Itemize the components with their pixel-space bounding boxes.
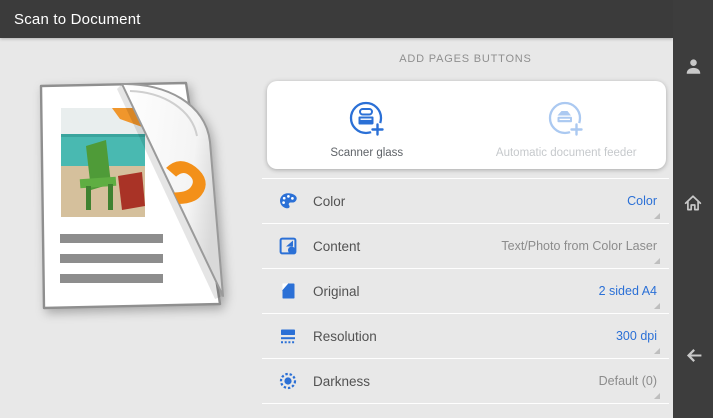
page-fold-icon [278,281,298,301]
user-icon [684,57,703,76]
scanner-glass-label: Scanner glass [330,147,403,159]
adf-add-icon [543,96,589,142]
scanner-glass-button[interactable]: Scanner glass [267,81,467,169]
add-pages-card: Scanner glass Automatic document feeder [267,81,666,169]
navigation-sidebar [673,0,713,418]
page-title: Scan to Document [0,11,141,28]
setting-row-content[interactable]: Content Text/Photo from Color Laser [262,224,669,269]
photo-text-icon [278,236,298,256]
setting-label: Content [313,239,360,254]
back-arrow-icon [684,346,703,365]
settings-list: Color Color Content Text/Photo from Colo… [262,178,669,404]
setting-value: 300 dpi [616,329,657,343]
sidebar-home-button[interactable] [673,185,713,221]
darkness-icon [278,371,298,391]
automatic-document-feeder-button[interactable]: Automatic document feeder [467,81,667,169]
corner-grip-icon [654,303,660,309]
setting-row-darkness[interactable]: Darkness Default (0) [262,359,669,404]
setting-row-original[interactable]: Original 2 sided A4 [262,269,669,314]
scanner-glass-add-icon [344,96,390,142]
home-icon [683,193,703,213]
setting-label: Resolution [313,329,377,344]
setting-row-color[interactable]: Color Color [262,178,669,224]
scan-settings-panel: ADD PAGES BUTTONS Scanner glass [262,38,669,404]
top-app-bar: Scan to Document [0,0,673,38]
setting-value: Text/Photo from Color Laser [501,239,657,253]
corner-grip-icon [654,258,660,264]
setting-label: Color [313,194,345,209]
content-area: 2 ADD PAGES BUTTONS Scanner glass [0,38,673,418]
sidebar-back-button[interactable] [673,337,713,373]
document-preview: 2 [34,78,236,323]
setting-row-resolution[interactable]: Resolution 300 dpi [262,314,669,359]
corner-grip-icon [654,393,660,399]
sidebar-user-button[interactable] [673,48,713,84]
add-pages-header: ADD PAGES BUTTONS [262,53,669,66]
setting-value: 2 sided A4 [599,284,657,298]
adf-label: Automatic document feeder [496,147,637,159]
corner-grip-icon [654,348,660,354]
corner-grip-icon [654,213,660,219]
palette-icon [278,191,298,211]
setting-value: Default (0) [599,374,657,388]
beach-photo [61,108,145,217]
scan-to-document-screen: Scan to Document Send [0,0,713,418]
resolution-icon [278,326,298,346]
setting-label: Original [313,284,360,299]
setting-label: Darkness [313,374,370,389]
setting-value: Color [627,194,657,208]
